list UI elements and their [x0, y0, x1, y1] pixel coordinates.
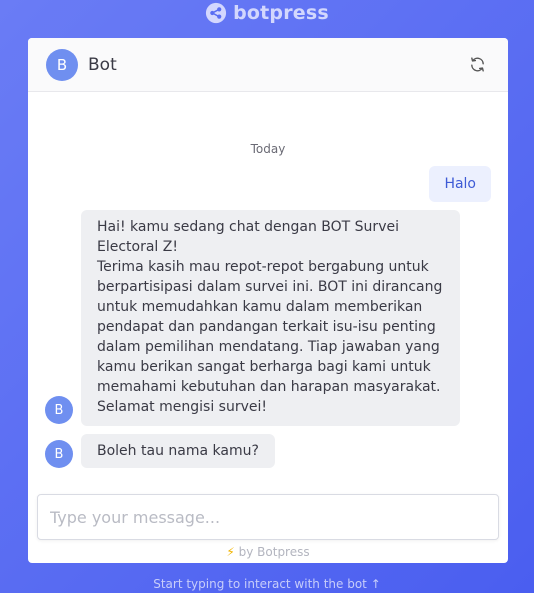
bot-message-text: Hai! kamu sedang chat dengan BOT Survei … — [97, 219, 443, 415]
date-separator: Today — [250, 142, 286, 156]
bot-name: Bot — [88, 54, 117, 75]
powered-by-label: by Botpress — [238, 545, 310, 559]
powered-by[interactable]: ⚡ by Botpress — [28, 545, 508, 559]
bot-message-avatar: B — [45, 396, 73, 424]
refresh-icon — [470, 57, 484, 72]
composer — [37, 494, 499, 540]
message-list[interactable]: Today Halo B Hai! kamu sedang chat denga… — [28, 92, 508, 491]
refresh-button[interactable] — [464, 52, 490, 78]
brand-name: botpress — [233, 2, 329, 24]
chat-window: B Bot Today Halo B Hai! kamu sedang chat… — [28, 38, 508, 563]
bot-message: Boleh tau nama kamu? — [81, 434, 275, 468]
chat-header: B Bot — [28, 38, 508, 92]
bot-message-text: Boleh tau nama kamu? — [97, 443, 259, 459]
user-message: Halo — [429, 166, 491, 202]
arrow-up-icon: ↑ — [370, 577, 381, 591]
bolt-icon: ⚡ — [226, 545, 235, 559]
message-input[interactable] — [38, 495, 498, 539]
brand-header: botpress — [0, 0, 534, 26]
interaction-hint: Start typing to interact with the bot ↑ — [0, 577, 534, 593]
bot-message: Hai! kamu sedang chat dengan BOT Survei … — [81, 210, 460, 426]
bot-avatar: B — [46, 48, 78, 81]
hint-text: Start typing to interact with the bot — [153, 577, 367, 591]
bot-message-avatar: B — [45, 440, 73, 468]
botpress-logo-icon — [206, 2, 227, 24]
